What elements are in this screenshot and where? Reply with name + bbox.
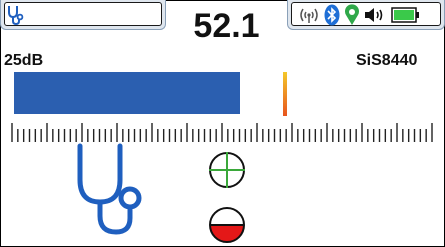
model-label: SiS8440 [356,52,418,69]
status-tab [287,0,445,30]
gps-location-icon [345,4,359,25]
speaker-volume-icon [365,8,383,22]
peak-hold-marker [282,72,287,116]
main-reading: 52.1 [193,7,260,45]
crosshair-indicator-icon [209,152,245,188]
balance-indicator-icon [209,207,245,243]
level-scale [11,123,433,142]
mode-tab[interactable] [0,0,166,30]
battery-icon [391,7,419,23]
signal-broadcast-icon [300,8,318,23]
gain-label: 25dB [4,52,44,69]
stethoscope-icon [77,143,142,235]
signal-level-fill [14,72,240,114]
bluetooth-icon [324,4,340,26]
stethoscope-mode-icon [8,6,24,26]
signal-level-bar [14,72,424,114]
